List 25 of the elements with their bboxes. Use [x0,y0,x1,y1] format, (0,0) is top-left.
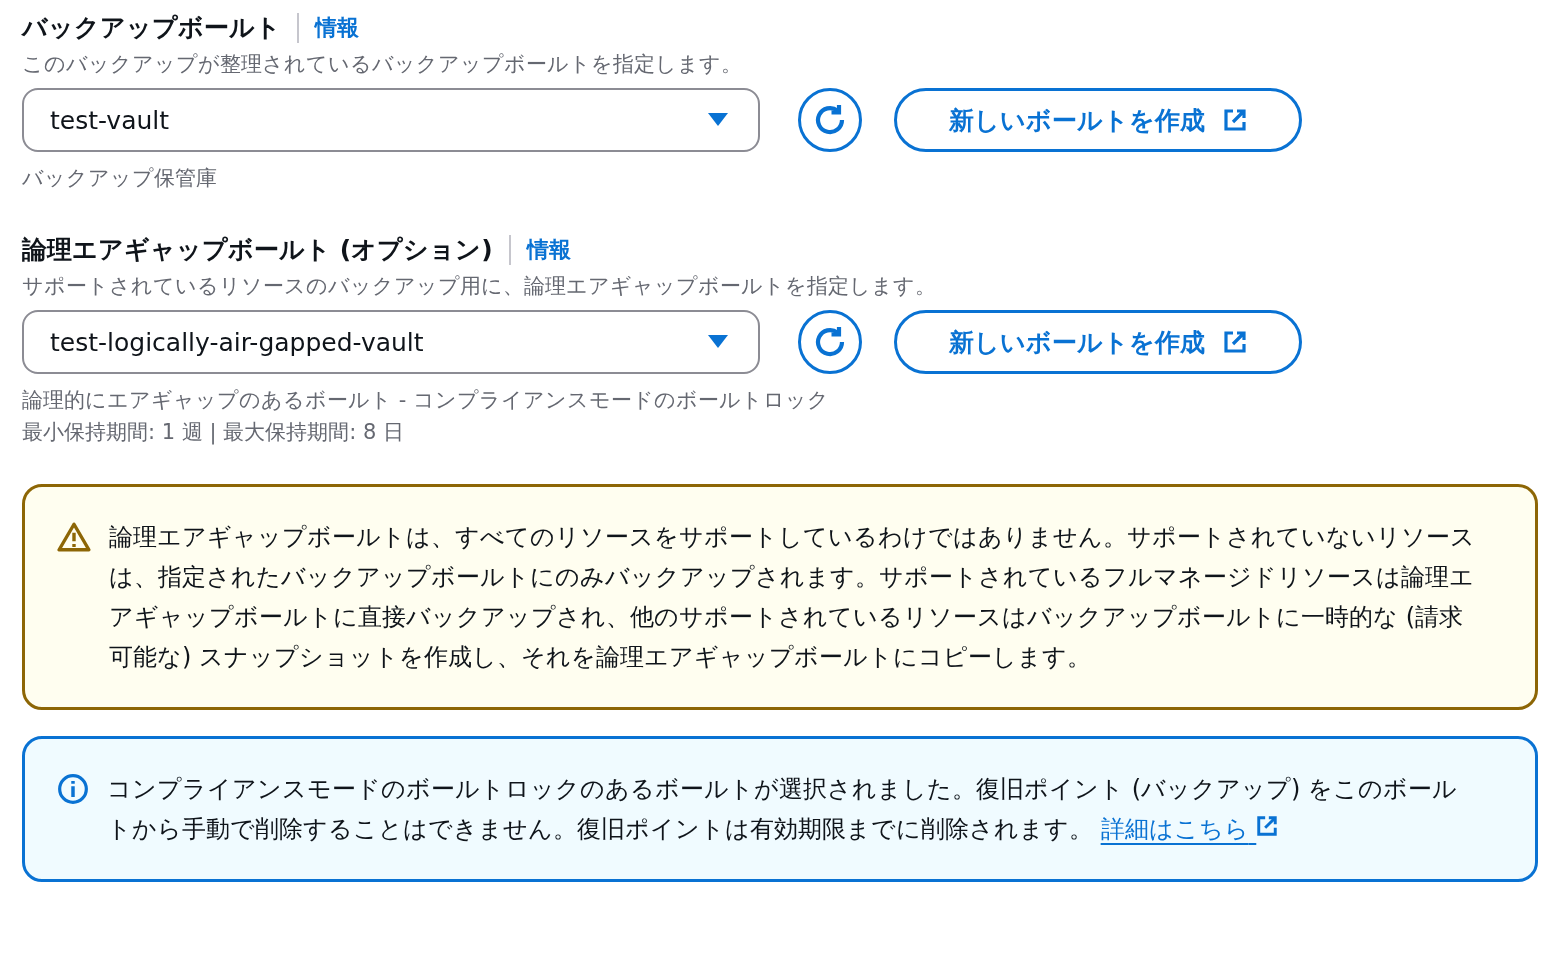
external-link-icon [1256,815,1279,837]
vault-select[interactable]: test-vault [22,88,760,152]
field-hint: 論理的にエアギャップのあるボールト - コンプライアンスモードのボールトロック [22,387,830,414]
refresh-button[interactable] [798,88,862,152]
field-hint: 最小保持期間: 1 週 | 最大保持期間: 8 日 [22,419,405,447]
learn-more-link[interactable]: 詳細はこちら [1100,815,1279,843]
caret-down-icon [708,113,728,127]
info-link[interactable]: 情報 [508,235,571,265]
alert-message: コンプライアンスモードのボールトロックのあるボールトが選択されました。復旧ポイント (バックアップ) をこのボールトから手動で削除することはできません。復旧ポイントは有効期限までに削除されます。 詳細はこちら [107,774,1458,845]
external-link-icon [1223,330,1247,354]
info-link[interactable]: 情報 [297,13,359,43]
external-link-icon [1223,108,1247,132]
field-hint: バックアップ保管庫 [22,165,218,192]
create-vault-button[interactable]: 新しいボールトを作成 [894,88,1302,152]
create-vault-button[interactable]: 新しいボールトを作成 [894,310,1302,374]
caret-down-icon [708,335,728,349]
refresh-button[interactable] [798,310,862,374]
info-icon [57,773,89,805]
field-description: サポートされているリソースのバックアップ用に、論理エアギャップボールトを指定します。 [22,273,937,300]
alert-message: 論理エアギャップボールトは、すべてのリソースをサポートしているわけではありません。サポートされていないリソースは、指定されたバックアップボールトにのみバックアップされます。サポートされているフルマネージドリソースは論理エアギャップボールトに直接バックアップされ、他のサポートされているリソースはバックアップボールトに一時的な (請求可能な) スナップショットを作成し、それを論理エアギャップボールトにコピーします。 [109,522,1475,673]
field-label: バックアップボールト [22,12,281,44]
field-description: このバックアップが整理されているバックアップボールトを指定します。 [22,51,743,78]
warning-icon [57,521,91,553]
vault-select[interactable]: test-logically-air-gapped-vault [22,310,760,374]
field-label: 論理エアギャップボールト (オプション) [22,234,493,266]
